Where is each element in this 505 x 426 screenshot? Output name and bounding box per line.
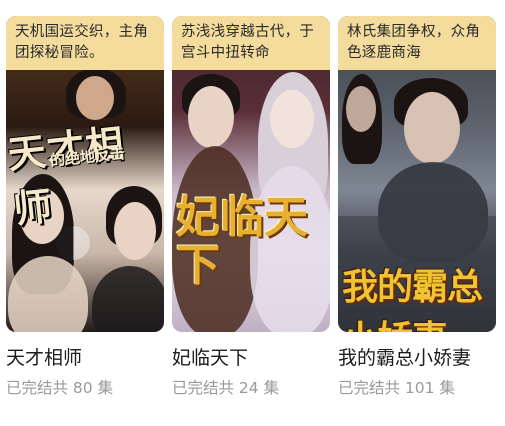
drama-tagline: 天机国运交织，主角团探秘冒险。 bbox=[6, 16, 164, 70]
drama-card-tiancai-xiangshi[interactable]: 天机国运交织，主角团探秘冒险。 天才相师 的绝地反击 天才相师 已完结共 80 … bbox=[6, 16, 164, 398]
drama-card-feilin-tianxia[interactable]: 苏浅浅穿越古代，于宫斗中扭转命 妃临天下 妃临天下 已完结共 24 集 bbox=[172, 16, 330, 398]
drama-tagline: 林氏集团争权，众角色逐鹿商海 bbox=[338, 16, 496, 70]
drama-name[interactable]: 妃临天下 bbox=[172, 346, 330, 370]
yinyang-icon bbox=[56, 226, 90, 260]
drama-name[interactable]: 我的霸总小娇妻 bbox=[338, 346, 496, 370]
drama-episode-status: 已完结共 24 集 bbox=[172, 379, 280, 397]
poster-title-art: 我的霸总小娇妻 bbox=[342, 266, 483, 332]
drama-poster[interactable]: 苏浅浅穿越古代，于宫斗中扭转命 妃临天下 bbox=[172, 16, 330, 332]
drama-name[interactable]: 天才相师 bbox=[6, 346, 164, 370]
drama-episode-status: 已完结共 101 集 bbox=[338, 379, 455, 397]
drama-card-bazong-xiaojiaoqi[interactable]: 林氏集团争权，众角色逐鹿商海 我的霸总小娇妻 我的霸总小娇妻 已完结共 101 … bbox=[338, 16, 496, 398]
drama-poster[interactable]: 林氏集团争权，众角色逐鹿商海 我的霸总小娇妻 bbox=[338, 16, 496, 332]
poster-title-art: 妃临天下 bbox=[176, 192, 308, 291]
drama-poster[interactable]: 天机国运交织，主角团探秘冒险。 天才相师 的绝地反击 bbox=[6, 16, 164, 332]
poster-title-art: 天才相师 bbox=[6, 120, 127, 232]
drama-tagline: 苏浅浅穿越古代，于宫斗中扭转命 bbox=[172, 16, 330, 70]
drama-grid: 天机国运交织，主角团探秘冒险。 天才相师 的绝地反击 天才相师 已完结共 80 … bbox=[0, 0, 505, 426]
drama-episode-status: 已完结共 80 集 bbox=[6, 379, 114, 397]
